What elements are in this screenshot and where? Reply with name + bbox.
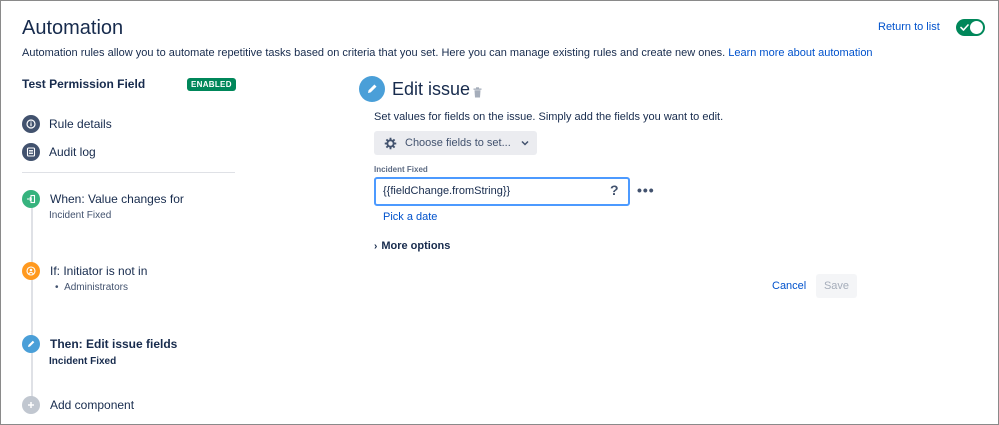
sidebar-item-audit-log[interactable]: Audit log: [22, 143, 96, 161]
return-to-list-link[interactable]: Return to list: [878, 21, 940, 33]
user-condition-icon: [22, 262, 40, 280]
sidebar-divider: [22, 172, 235, 173]
step-subtitle: Incident Fixed: [49, 356, 117, 367]
chevron-down-icon: [521, 140, 529, 146]
rule-name: Test Permission Field: [22, 77, 146, 91]
step-title: When: Value changes for: [50, 192, 184, 206]
trash-icon[interactable]: [473, 85, 482, 103]
status-badge: ENABLED: [187, 78, 236, 91]
step-title: Then: Edit issue fields: [50, 337, 178, 351]
cancel-button[interactable]: Cancel: [772, 280, 806, 292]
more-options-toggle[interactable]: › More options: [374, 240, 450, 252]
save-button[interactable]: Save: [816, 274, 857, 298]
sidebar-item-label: Audit log: [49, 145, 96, 159]
info-icon: [22, 115, 40, 133]
more-actions-icon[interactable]: •••: [637, 183, 655, 197]
learn-more-link[interactable]: Learn more about automation: [728, 47, 872, 59]
sidebar-item-label: Rule details: [49, 117, 112, 131]
panel-description: Set values for fields on the issue. Simp…: [374, 111, 724, 123]
choose-fields-dropdown[interactable]: Choose fields to set...: [374, 131, 537, 155]
rule-timeline-line: [31, 208, 33, 403]
log-icon: [22, 143, 40, 161]
page-description: Automation rules allow you to automate r…: [22, 47, 873, 59]
more-options-label: More options: [381, 240, 451, 252]
rule-enabled-toggle[interactable]: [956, 19, 985, 36]
pencil-icon: [22, 335, 40, 353]
step-subtitle: • Administrators: [55, 282, 128, 293]
step-title: If: Initiator is not in: [50, 264, 148, 278]
toggle-knob: [970, 21, 983, 34]
panel-title: Edit issue: [392, 79, 471, 99]
step-subtitle: Incident Fixed: [49, 210, 112, 221]
field-label: Incident Fixed: [374, 165, 428, 174]
bullet-icon: •: [55, 282, 65, 293]
chevron-right-icon: ›: [374, 240, 378, 252]
check-icon: [960, 24, 969, 31]
sidebar-item-rule-details[interactable]: Rule details: [22, 115, 112, 133]
pick-date-link[interactable]: Pick a date: [383, 211, 437, 223]
step-subtitle-text: Administrators: [64, 282, 128, 293]
page-title: Automation: [22, 17, 124, 39]
description-text: Automation rules allow you to automate r…: [22, 47, 726, 59]
trigger-icon: [22, 190, 40, 208]
plus-icon: [22, 396, 40, 414]
add-component-label: Add component: [50, 398, 135, 412]
help-icon[interactable]: ?: [610, 182, 619, 198]
pencil-icon: [359, 76, 385, 102]
gear-icon: [384, 137, 397, 149]
incident-fixed-field[interactable]: {{fieldChange.fromString}}: [374, 177, 630, 206]
choose-fields-label: Choose fields to set...: [405, 137, 511, 149]
app-frame: [0, 0, 999, 425]
